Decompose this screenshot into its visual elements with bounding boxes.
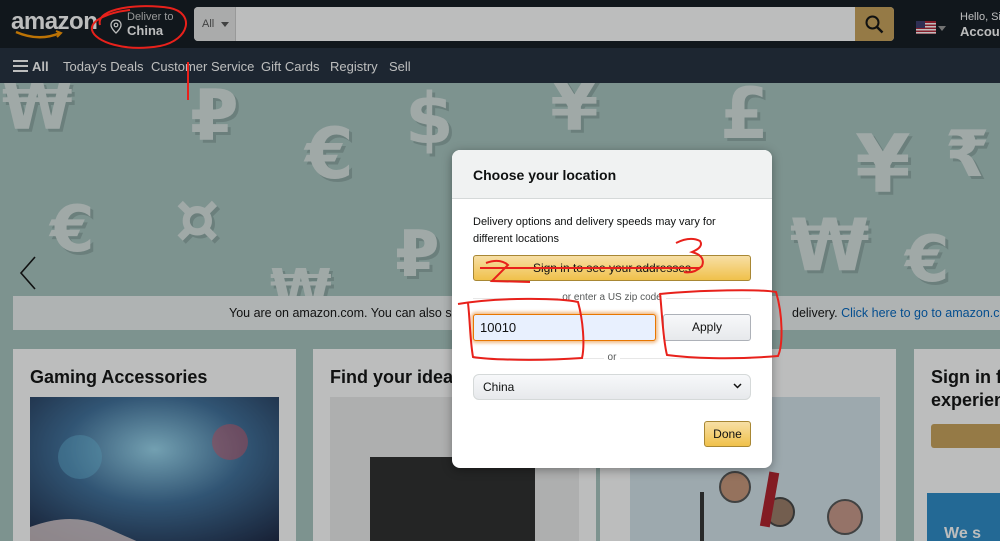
done-button[interactable]: Done <box>704 421 751 447</box>
country-select-value: China <box>483 380 515 394</box>
apply-button[interactable]: Apply <box>663 314 751 341</box>
page: amazon Deliver to China All Hello, Si Ac… <box>0 0 1000 541</box>
modal-description: Delivery options and delivery speeds may… <box>473 216 716 245</box>
location-modal: Choose your location Delivery options an… <box>452 150 772 468</box>
sign-in-addresses-button[interactable]: Sign in to see your addresses <box>473 255 751 281</box>
modal-title: Choose your location <box>473 167 617 183</box>
chevron-down-icon <box>733 383 742 389</box>
or-divider: or <box>452 352 772 363</box>
country-select[interactable]: China <box>473 374 751 400</box>
zip-divider-label: or enter a US zip code <box>558 292 666 303</box>
zip-divider: or enter a US zip code <box>452 292 772 303</box>
zip-code-input[interactable] <box>473 314 656 341</box>
modal-header: Choose your location <box>452 150 772 199</box>
or-divider-label: or <box>603 352 621 363</box>
